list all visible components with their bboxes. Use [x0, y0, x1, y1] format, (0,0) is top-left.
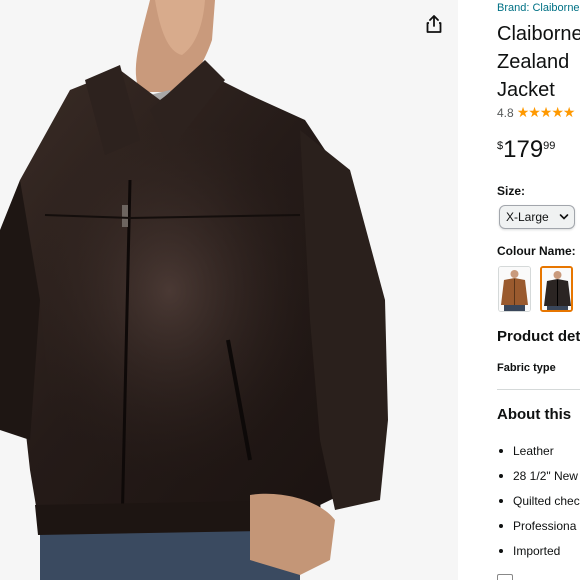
black-jacket-thumbnail — [542, 268, 571, 310]
chevron-down-icon — [559, 214, 569, 220]
divider — [497, 389, 580, 390]
colour-swatch-black[interactable] — [540, 266, 573, 312]
price-whole: 179 — [503, 136, 544, 163]
bullet-icon — [499, 523, 503, 528]
bullet-icon — [499, 498, 503, 503]
bullet-icon — [499, 473, 503, 478]
size-selected-value: X-Large — [506, 210, 549, 224]
fabric-type-label: Fabric type — [497, 362, 556, 374]
share-button[interactable] — [420, 10, 448, 38]
bullet-icon — [499, 448, 503, 453]
price-symbol: $ — [497, 140, 504, 152]
bullet-text: 28 1/2" New — [513, 468, 578, 483]
bullet-text: Quilted chec — [513, 493, 580, 508]
size-label: Size: — [497, 184, 526, 198]
product-image[interactable] — [0, 0, 458, 580]
about-bullet-list: Leather 28 1/2" New Quilted chec Profess… — [497, 438, 580, 563]
title-line: Jacket — [497, 79, 555, 101]
list-item: Professiona — [497, 513, 580, 538]
star-rating-icon: ★★★★★ — [516, 104, 576, 120]
colour-swatch-brown[interactable] — [498, 266, 531, 312]
checkbox-icon[interactable] — [497, 574, 513, 580]
list-item: Quilted chec — [497, 488, 580, 513]
bullet-text: Leather — [513, 443, 554, 458]
product-info-panel: Brand: Claiborne Claiborne Zealand Jacke… — [458, 0, 580, 580]
title-line: Zealand — [497, 51, 570, 73]
list-item: 28 1/2" New — [497, 463, 580, 488]
bullet-icon — [499, 548, 503, 553]
price: $17999 — [497, 136, 555, 164]
share-icon — [426, 15, 442, 33]
about-heading: About this — [497, 406, 572, 423]
title-line: Claiborne — [497, 23, 580, 45]
size-dropdown[interactable]: X-Large — [499, 205, 575, 229]
bullet-text: Professiona — [513, 518, 577, 533]
brown-jacket-thumbnail — [499, 267, 530, 311]
colour-label: Colour Name: — [497, 244, 576, 258]
rating-value: 4.8 — [497, 105, 514, 120]
product-title: Claiborne Zealand Jacket — [497, 20, 580, 104]
list-item: Imported — [497, 538, 580, 563]
rating[interactable]: 4.8 ★★★★★ — [497, 104, 576, 121]
price-fraction: 99 — [543, 140, 556, 152]
bullet-text: Imported — [513, 543, 561, 558]
brand-link[interactable]: Brand: Claiborne — [497, 2, 580, 14]
jacket-photo — [0, 0, 458, 580]
list-item: Leather — [497, 438, 580, 463]
product-details-heading: Product det — [497, 328, 580, 345]
